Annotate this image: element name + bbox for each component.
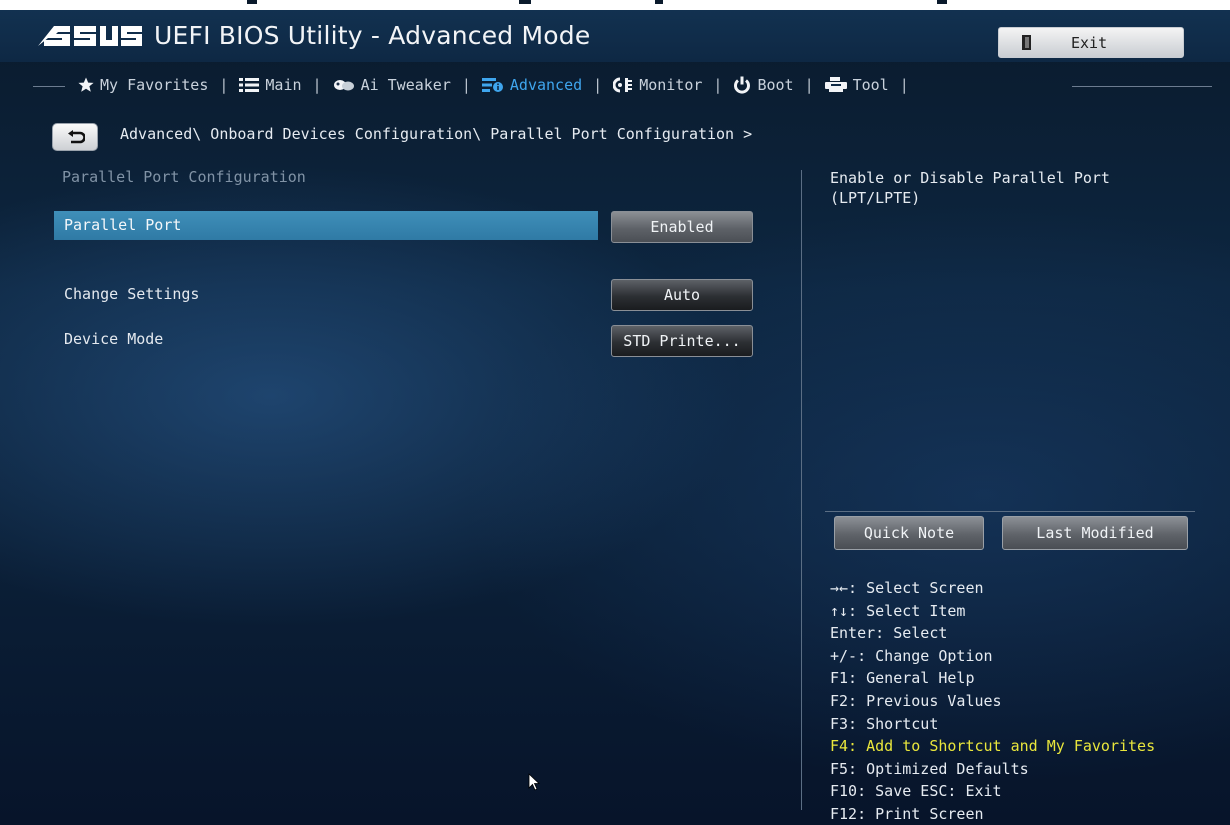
menu-tabs: My Favorites | Main | Ai Tweaker | Advan… [78,76,920,94]
key-hint: F5: Optimized Defaults [830,759,1029,778]
breadcrumb: Advanced\ Onboard Devices Configuration\… [120,125,753,143]
key-hint: F3: Shortcut [830,714,939,733]
device-mode-value-button[interactable]: STD Printe... [611,325,753,357]
title-bar: UEFI BIOS Utility - Advanced Mode Exit [0,10,1230,62]
tab-tool[interactable]: Tool [824,76,889,94]
monitor-icon [613,77,633,93]
key-hint: F2: Previous Values [830,691,1002,710]
back-arrow-icon [68,130,85,144]
help-line: (LPT/LPTE) [830,189,921,207]
key-hint: F1: General Help [830,669,975,688]
advanced-icon [481,78,503,92]
star-icon [78,77,94,92]
tab-label: Advanced [509,76,583,94]
horizontal-divider [825,511,1195,512]
menu-separator: | [219,76,229,94]
help-description: Enable or Disable Parallel Port (LPT/LPT… [830,168,1190,208]
tab-label: Tool [852,76,889,94]
key-legend: →←: Select Screen ↑↓: Select Item Enter:… [830,577,1155,825]
section-title: Parallel Port Configuration [62,168,306,186]
key-hint-highlighted[interactable]: F4: Add to Shortcut and My Favorites [830,735,1155,758]
change-settings-value-button[interactable]: Auto [611,279,753,311]
menu-separator: | [461,76,471,94]
mouse-cursor-icon [528,773,540,791]
vertical-divider [801,170,802,810]
key-hint: →←: Select Screen [830,579,984,597]
top-strip [0,0,1230,10]
exit-label: Exit [1071,34,1108,52]
tab-label: Ai Tweaker [360,76,451,94]
back-button[interactable] [52,123,98,151]
menu-separator: | [593,76,603,94]
key-hint: F12: Print Screen [830,804,984,823]
key-hint: F10: Save ESC: Exit [830,782,1002,801]
menu-line-right [1072,86,1212,87]
help-line: Enable or Disable Parallel Port [830,169,1110,187]
tweaker-icon [333,80,354,91]
key-hint: +/-: Change Option [830,646,993,665]
setting-label-change-settings[interactable]: Change Settings [64,285,199,303]
exit-button[interactable]: Exit [998,27,1184,58]
menu-separator: | [804,76,814,94]
tab-label: My Favorites [100,76,209,94]
tool-icon [824,77,847,92]
menu-separator: | [713,76,723,94]
asus-logo [38,26,142,46]
menu-line-left [33,86,65,87]
parallel-port-value-button[interactable]: Enabled [611,211,753,243]
bios-screen: UEFI BIOS Utility - Advanced Mode Exit M… [0,0,1230,825]
last-modified-button[interactable]: Last Modified [1002,516,1188,550]
tab-advanced[interactable]: Advanced [481,76,583,94]
setting-row-parallel-port[interactable]: Parallel Port [54,211,598,240]
tab-label: Monitor [639,76,703,94]
menu-separator: | [899,76,909,94]
tab-label: Main [265,76,302,94]
setting-label-device-mode[interactable]: Device Mode [64,330,163,348]
exit-door-icon [1022,35,1031,50]
tab-monitor[interactable]: Monitor [613,76,702,94]
menu-separator: | [312,76,322,94]
tab-my-favorites[interactable]: My Favorites [78,76,208,94]
setting-label: Parallel Port [64,216,182,234]
quick-note-button[interactable]: Quick Note [834,516,984,550]
tab-label: Boot [757,76,794,94]
key-hint: ↑↓: Select Item [830,601,966,620]
menu-bar: My Favorites | Main | Ai Tweaker | Advan… [0,62,1230,110]
key-hint: Enter: Select [830,624,948,643]
list-icon [239,78,260,92]
tab-boot[interactable]: Boot [733,76,794,94]
tab-ai-tweaker[interactable]: Ai Tweaker [333,76,451,94]
tab-main[interactable]: Main [239,76,302,94]
page-title: UEFI BIOS Utility - Advanced Mode [154,21,591,50]
power-icon [734,76,751,94]
